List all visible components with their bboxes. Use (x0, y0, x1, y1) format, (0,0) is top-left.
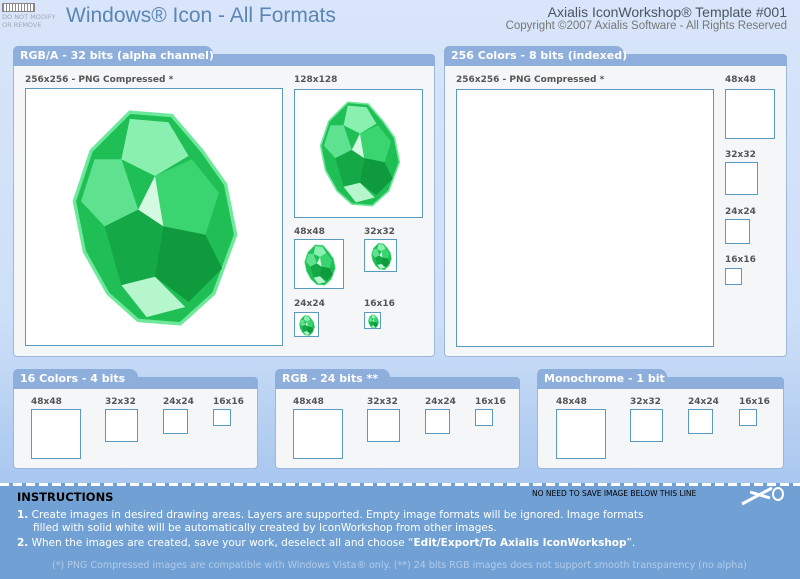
panel-monochrome: Monochrome - 1 bit 48x48 32x32 24x24 16x… (537, 369, 784, 469)
size-label: 16x16 (475, 397, 506, 407)
canvas-16[interactable] (739, 409, 757, 426)
step-number: 2. (17, 537, 29, 549)
size-label: 32x32 (364, 227, 395, 237)
size-label: 16x16 (364, 299, 395, 309)
size-label: 16x16 (213, 397, 244, 407)
brand-block: Axialis IconWorkshop® Template #001 Copy… (506, 4, 787, 32)
canvas-32[interactable] (630, 409, 663, 442)
size-label: 32x32 (725, 150, 756, 160)
size-label: 16x16 (725, 255, 756, 265)
size-label: 24x24 (294, 299, 325, 309)
step-text: Create images in desired drawing areas. … (31, 509, 644, 521)
size-label: 24x24 (163, 397, 194, 407)
canvas-32[interactable] (367, 409, 400, 442)
panel-rgba: RGB/A - 32 bits (alpha channel) 256x256 … (13, 46, 435, 357)
size-label: 48x48 (725, 75, 756, 85)
canvas-24[interactable] (163, 409, 188, 434)
badge-line: DO NOT MODIFY (2, 13, 56, 21)
canvas-32[interactable] (105, 409, 138, 442)
panel-title: RGB/A - 32 bits (alpha channel) (13, 46, 214, 66)
canvas-24[interactable] (688, 409, 713, 434)
canvas-24[interactable] (725, 219, 750, 244)
copyright: Copyright ©2007 Axialis Software - All R… (505, 20, 787, 32)
step-text: When the images are created, save your w… (31, 537, 414, 549)
scissors-icon (741, 486, 784, 506)
panel-title: 256 Colors - 8 bits (indexed) (444, 46, 627, 66)
panel-16-colors: 16 Colors - 4 bits 48x48 32x32 24x24 16x… (13, 369, 258, 469)
panel-title: Monochrome - 1 bit (537, 369, 667, 389)
barcode-icon (2, 3, 35, 12)
size-label: 32x32 (367, 397, 398, 407)
size-label: 32x32 (630, 397, 661, 407)
size-label: 48x48 (294, 227, 325, 237)
step-text: ”. (626, 537, 636, 549)
panel-title: 16 Colors - 4 bits (13, 369, 138, 389)
instruction-step-2: 2. When the images are created, save you… (17, 537, 635, 550)
canvas-48[interactable] (725, 89, 775, 139)
size-label: 128x128 (294, 75, 338, 85)
size-label: 24x24 (688, 397, 719, 407)
canvas-48[interactable] (294, 239, 344, 289)
size-label: 32x32 (105, 397, 136, 407)
canvas-256[interactable] (25, 88, 283, 346)
size-label: 48x48 (293, 397, 324, 407)
canvas-128[interactable] (294, 89, 423, 218)
page-title: Windows® Icon - All Formats (66, 4, 336, 27)
size-label: 256x256 - PNG Compressed * (456, 75, 605, 85)
canvas-16[interactable] (725, 268, 742, 285)
instructions-heading: INSTRUCTIONS (17, 490, 114, 504)
canvas-16[interactable] (364, 312, 381, 329)
canvas-24[interactable] (294, 312, 319, 337)
canvas-48[interactable] (31, 409, 81, 459)
size-label: 48x48 (556, 397, 587, 407)
size-label: 48x48 (31, 397, 62, 407)
canvas-32[interactable] (364, 239, 397, 272)
panel-title: RGB - 24 bits ** (275, 369, 390, 389)
step-text: filled with solid white will be automati… (33, 522, 497, 534)
size-label: 24x24 (425, 397, 456, 407)
canvas-256[interactable] (456, 89, 714, 347)
menu-path: Edit/Export/To Axialis IconWorkshop (413, 537, 627, 549)
canvas-48[interactable] (293, 409, 343, 459)
size-label: 256x256 - PNG Compressed * (25, 75, 174, 85)
footnote: (*) PNG Compressed images are compatible… (52, 560, 747, 571)
badge-line: OR REMOVE (2, 21, 42, 29)
step-number: 1. (17, 509, 29, 521)
canvas-16[interactable] (213, 409, 231, 426)
canvas-24[interactable] (425, 409, 450, 434)
canvas-32[interactable] (725, 162, 758, 195)
panel-256-colors: 256 Colors - 8 bits (indexed) 256x256 - … (444, 46, 787, 357)
canvas-16[interactable] (475, 409, 493, 426)
instruction-step-1: 1. Create images in desired drawing area… (17, 509, 644, 535)
brand-title: Axialis IconWorkshop® Template #001 (547, 4, 787, 20)
size-label: 24x24 (725, 207, 756, 217)
no-save-note: NO NEED TO SAVE IMAGE BELOW THIS LINE (532, 489, 697, 498)
do-not-modify-badge: DO NOT MODIFY OR REMOVE (2, 3, 56, 29)
panel-rgb-24: RGB - 24 bits ** 48x48 32x32 24x24 16x16 (275, 369, 520, 469)
cut-line (0, 483, 800, 486)
canvas-48[interactable] (556, 409, 606, 459)
size-label: 16x16 (739, 397, 770, 407)
